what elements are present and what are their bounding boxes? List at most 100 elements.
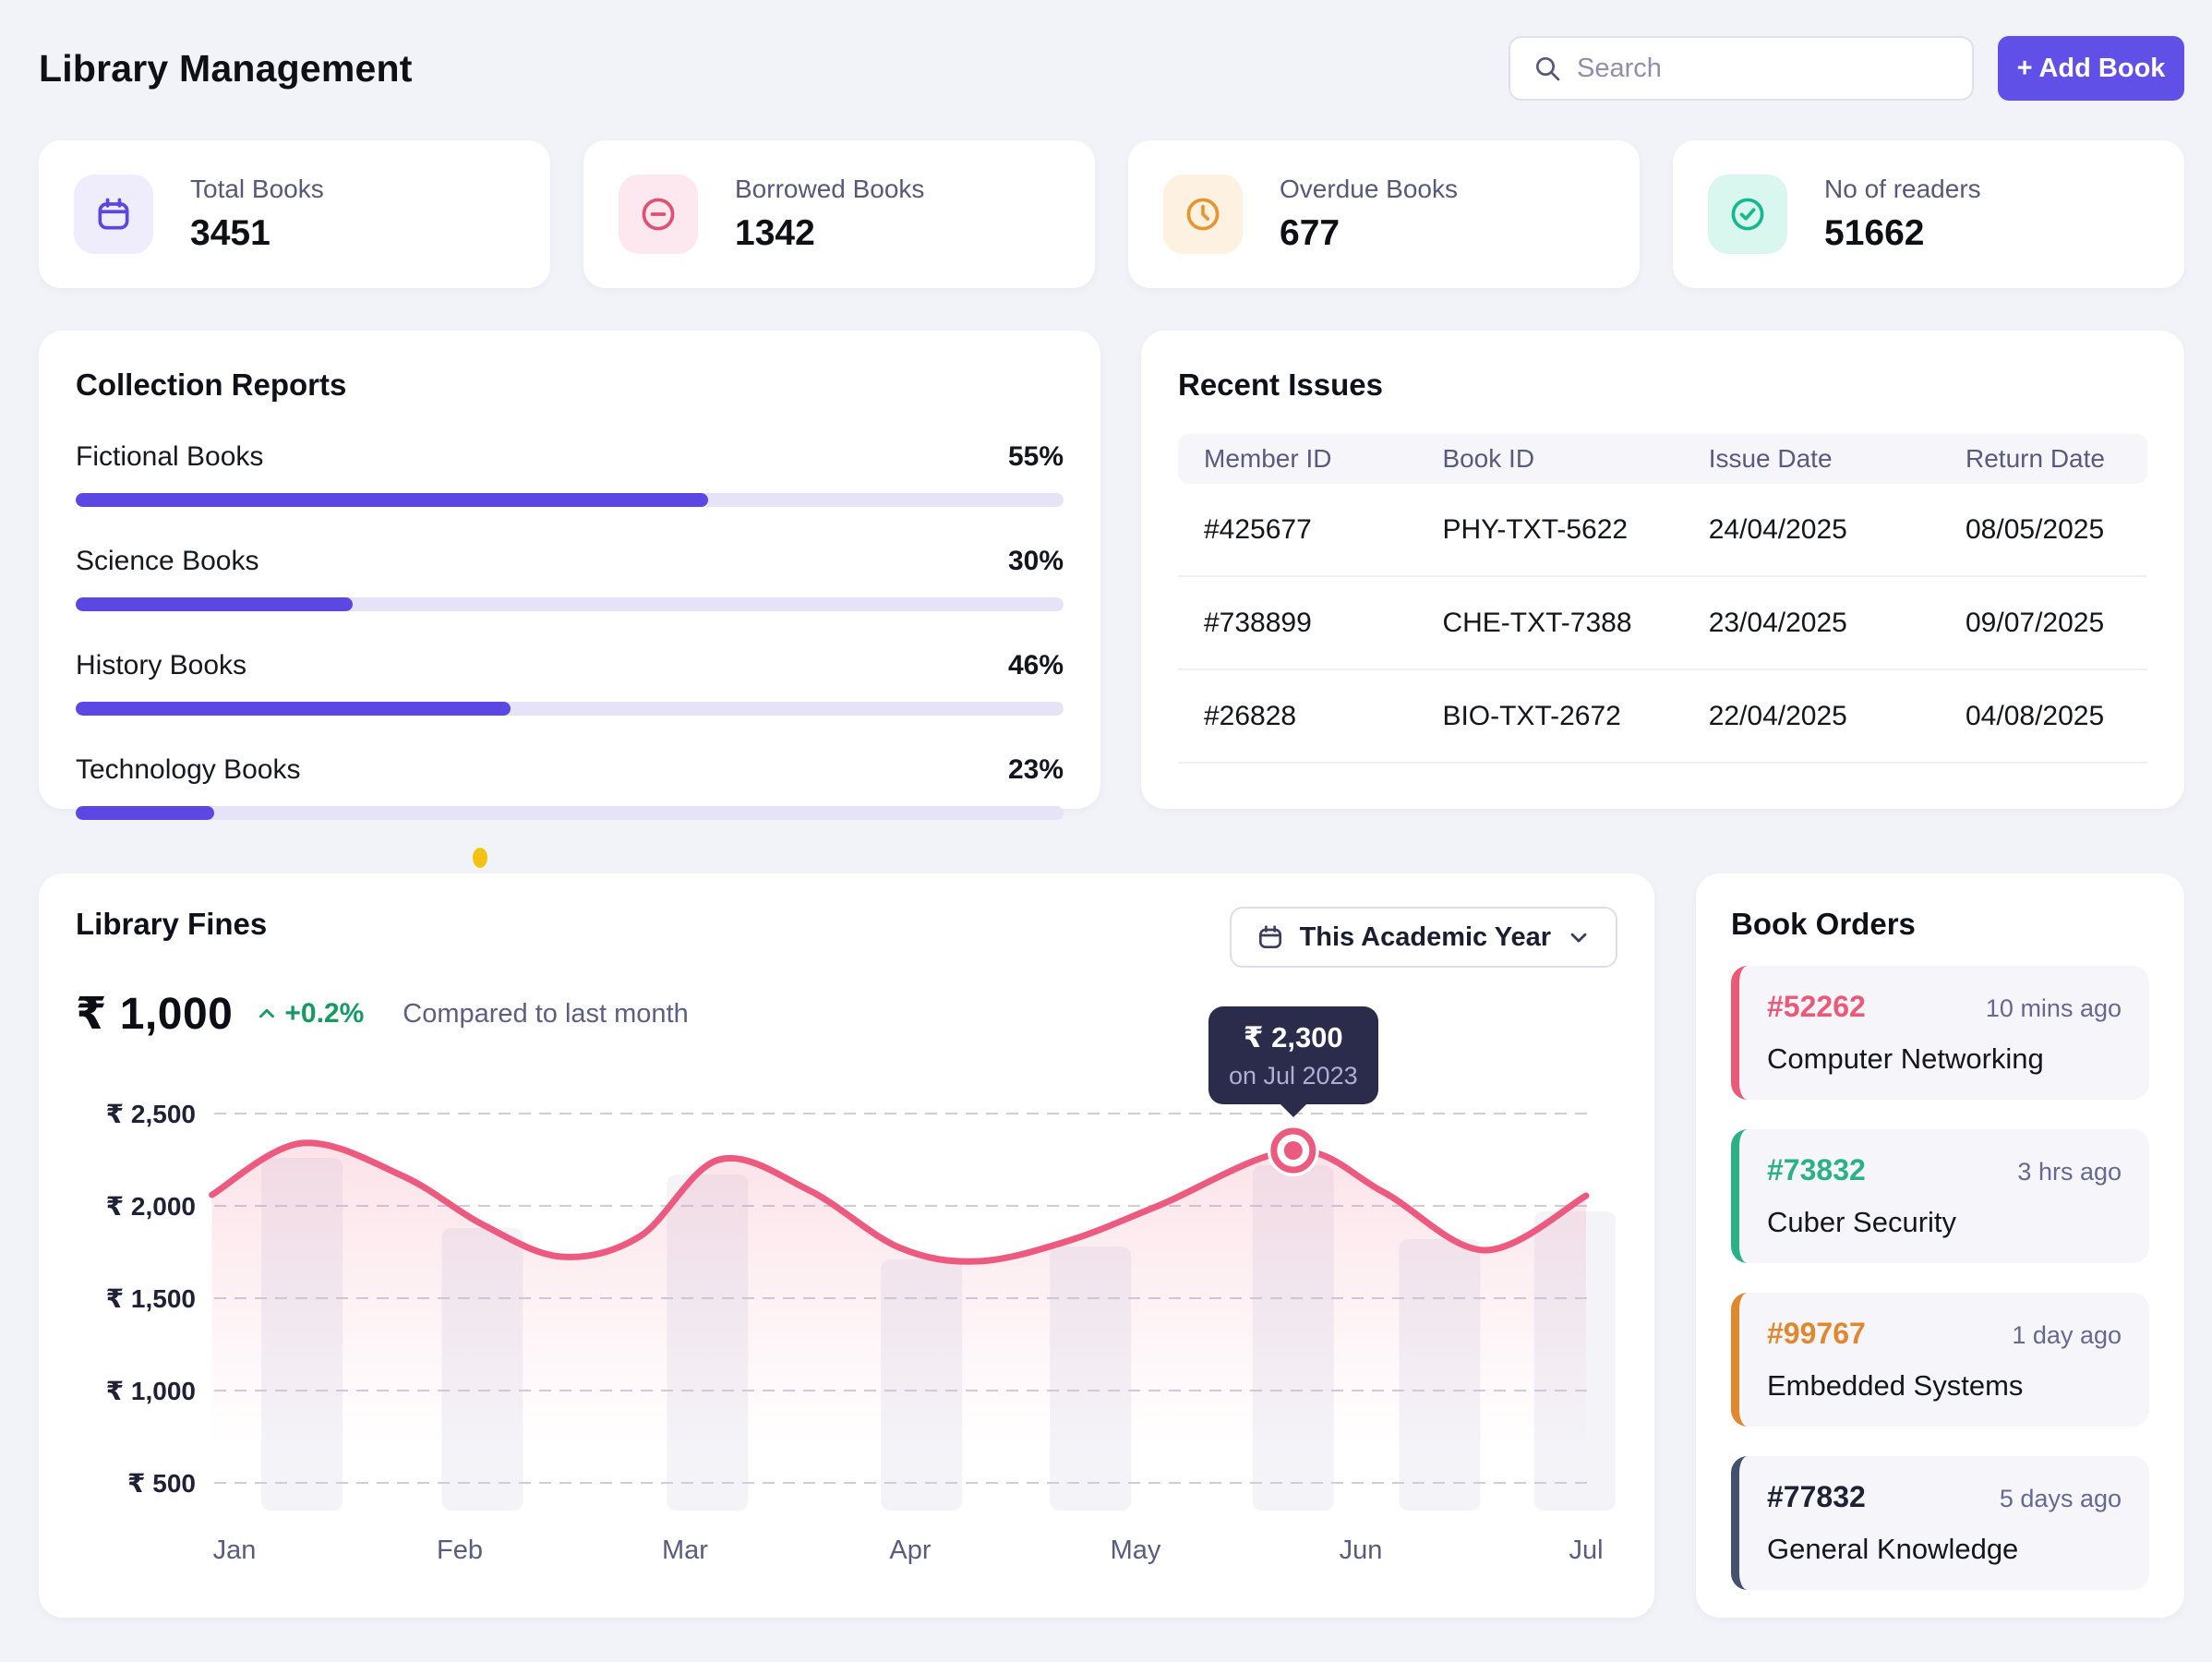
progress-track: [76, 806, 1064, 820]
book-orders-card: Book Orders #52262 10 mins ago Computer …: [1696, 873, 2184, 1618]
progress-fill: [76, 597, 353, 611]
search-input[interactable]: [1577, 54, 1950, 84]
column-book-id: Book ID: [1442, 444, 1708, 474]
recent-issues-title: Recent Issues: [1178, 367, 2147, 403]
cell-member-id: #738899: [1204, 608, 1442, 639]
stat-value: 51662: [1824, 213, 1981, 254]
progress-fill: [76, 493, 708, 507]
y-tick-label: ₹ 500: [127, 1469, 196, 1498]
order-name: Computer Networking: [1767, 1042, 2122, 1076]
library-dashboard: Library Management + Add Book Total Book…: [0, 0, 2212, 1662]
order-time: 1 day ago: [2012, 1321, 2122, 1350]
progress-track: [76, 597, 1064, 611]
cell-issue-date: 22/04/2025: [1709, 701, 1966, 732]
order-card[interactable]: #77832 5 days ago General Knowledge: [1731, 1456, 2149, 1590]
stat-label: Total Books: [190, 175, 324, 204]
cell-member-id: #425677: [1204, 514, 1442, 546]
progress-percent: 46%: [1008, 650, 1064, 681]
progress-item-technology: Technology Books 23%: [76, 754, 1064, 820]
library-fines-title: Library Fines: [76, 907, 267, 942]
stat-label: No of readers: [1824, 175, 1981, 204]
order-card[interactable]: #52262 10 mins ago Computer Networking: [1731, 966, 2149, 1100]
order-time: 5 days ago: [2000, 1485, 2122, 1513]
x-tick-label: Jul: [1569, 1536, 1603, 1565]
order-id: #99767: [1767, 1317, 1866, 1351]
fines-line-chart: ₹ 2,500₹ 2,000₹ 1,500₹ 1,000₹ 500JanFebM…: [76, 1077, 1617, 1575]
progress-label: Science Books: [76, 546, 258, 577]
x-tick-label: Feb: [437, 1536, 483, 1565]
progress-label: Fictional Books: [76, 441, 263, 473]
cell-book-id: PHY-TXT-5622: [1442, 514, 1708, 546]
stats-row: Total Books 3451 Borrowed Books 1342: [39, 140, 2184, 288]
stat-card-readers: No of readers 51662: [1673, 140, 2184, 288]
period-label: This Academic Year: [1300, 922, 1551, 953]
cell-return-date: 04/08/2025: [1966, 701, 2122, 732]
book-orders-title: Book Orders: [1731, 907, 2149, 942]
table-row: #26828 BIO-TXT-2672 22/04/2025 04/08/202…: [1178, 670, 2147, 764]
collection-reports-card: Collection Reports Fictional Books 55% S…: [39, 331, 1100, 809]
y-tick-label: ₹ 1,000: [106, 1377, 196, 1405]
progress-label: Technology Books: [76, 754, 301, 786]
progress-item-science: Science Books 30%: [76, 546, 1064, 611]
order-name: Cuber Security: [1767, 1206, 2122, 1239]
fines-chart[interactable]: ₹ 2,500₹ 2,000₹ 1,500₹ 1,000₹ 500JanFebM…: [76, 1077, 1617, 1575]
fines-amount: ₹ 1,000: [76, 988, 233, 1040]
x-tick-label: Jan: [213, 1536, 257, 1565]
progress-percent: 30%: [1008, 546, 1064, 577]
marker-dot: [1284, 1141, 1303, 1160]
chart-tooltip: ₹ 2,300 on Jul 2023: [1208, 1006, 1378, 1104]
area-fill: [212, 1143, 1586, 1511]
progress-fill: [76, 702, 511, 716]
tooltip-value: ₹ 2,300: [1244, 1021, 1343, 1054]
stat-value: 1342: [735, 213, 924, 254]
table-row: #425677 PHY-TXT-5622 24/04/2025 08/05/20…: [1178, 484, 2147, 577]
order-card[interactable]: #73832 3 hrs ago Cuber Security: [1731, 1129, 2149, 1263]
progress-track: [76, 702, 1064, 716]
table-header-row: Member ID Book ID Issue Date Return Date: [1178, 434, 2147, 484]
cell-issue-date: 23/04/2025: [1709, 608, 1966, 639]
calendar-icon: [93, 194, 134, 235]
check-circle-icon: [1727, 194, 1768, 235]
page-title: Library Management: [39, 47, 413, 90]
fines-delta: +0.2%: [284, 998, 364, 1030]
progress-percent: 23%: [1008, 754, 1064, 786]
cell-member-id: #26828: [1204, 701, 1442, 732]
stat-card-overdue-books: Overdue Books 677: [1128, 140, 1640, 288]
column-issue-date: Issue Date: [1709, 444, 1966, 474]
minus-circle-icon: [638, 194, 679, 235]
clock-icon: [1183, 194, 1223, 235]
progress-percent: 55%: [1008, 441, 1064, 473]
caret-up-icon: [255, 1002, 279, 1026]
order-name: Embedded Systems: [1767, 1369, 2122, 1403]
column-member-id: Member ID: [1204, 444, 1442, 474]
progress-track: [76, 493, 1064, 507]
y-tick-label: ₹ 1,500: [106, 1284, 196, 1313]
cell-issue-date: 24/04/2025: [1709, 514, 1966, 546]
add-book-button[interactable]: + Add Book: [1998, 36, 2184, 101]
topbar: Library Management + Add Book: [39, 35, 2184, 102]
progress-item-fictional: Fictional Books 55%: [76, 441, 1064, 507]
period-dropdown[interactable]: This Academic Year: [1230, 907, 1617, 968]
order-name: General Knowledge: [1767, 1533, 2122, 1566]
stat-value: 677: [1280, 213, 1458, 254]
stat-label: Overdue Books: [1280, 175, 1458, 204]
chevron-down-icon: [1566, 924, 1592, 950]
progress-label: History Books: [76, 650, 246, 681]
y-tick-label: ₹ 2,500: [106, 1100, 196, 1128]
x-tick-label: Jun: [1340, 1536, 1383, 1565]
cell-book-id: CHE-TXT-7388: [1442, 608, 1708, 639]
column-return-date: Return Date: [1966, 444, 2122, 474]
cell-return-date: 08/05/2025: [1966, 514, 2122, 546]
recent-issues-table: Member ID Book ID Issue Date Return Date…: [1178, 434, 2147, 764]
library-fines-card: Library Fines This Academic Year ₹ 1,000: [39, 873, 1654, 1618]
order-card[interactable]: #99767 1 day ago Embedded Systems: [1731, 1293, 2149, 1427]
stat-card-borrowed-books: Borrowed Books 1342: [583, 140, 1095, 288]
stat-card-total-books: Total Books 3451: [39, 140, 550, 288]
x-tick-label: Mar: [662, 1536, 708, 1565]
order-id: #52262: [1767, 990, 1866, 1024]
table-row: #738899 CHE-TXT-7388 23/04/2025 09/07/20…: [1178, 577, 2147, 670]
search-box[interactable]: [1509, 36, 1974, 101]
cell-return-date: 09/07/2025: [1966, 608, 2122, 639]
tooltip-date: on Jul 2023: [1229, 1062, 1358, 1090]
progress-fill: [76, 806, 214, 820]
